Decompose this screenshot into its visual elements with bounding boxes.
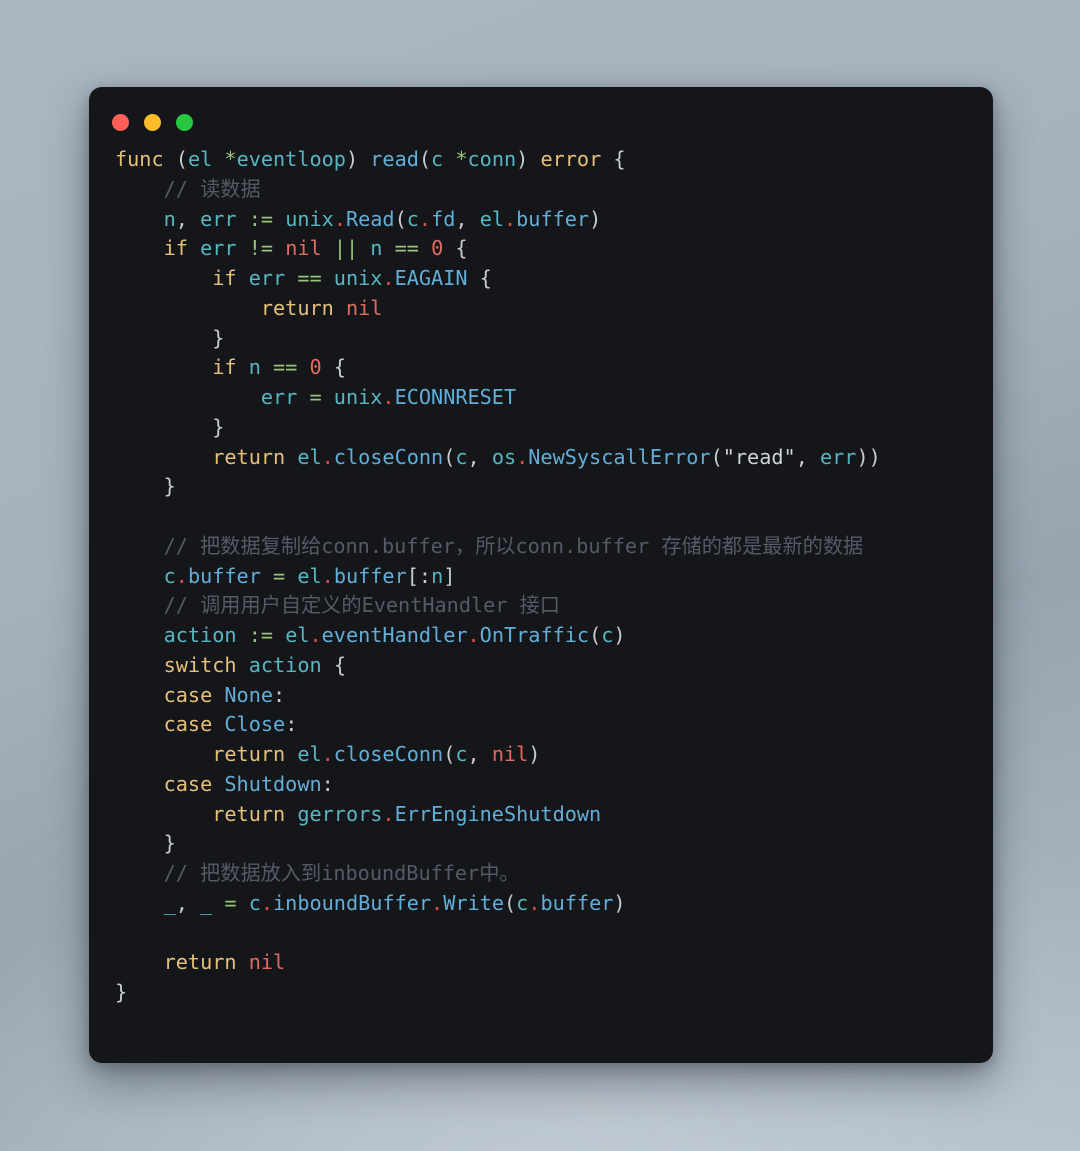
code-line: } [163, 831, 176, 856]
code-line: return gerrors.ErrEngineShutdown [212, 801, 602, 826]
code-block[interactable]: func (el *eventloop) read(c *conn) error… [89, 145, 993, 1008]
code-line: // 调用用户自定义的EventHandler 接口 [115, 591, 993, 621]
code-line: return nil [260, 295, 383, 320]
code-line: _, _ = c.inboundBuffer.Write(c.buffer) [163, 890, 626, 915]
code-line: switch action { [163, 652, 346, 677]
code-line: } [115, 980, 128, 1004]
code-comment: // 把数据复制给conn.buffer，所以conn.buffer 存储的都是… [163, 533, 864, 558]
code-line: // 把数据放入到inboundBuffer中。 [115, 859, 993, 889]
code-line: if err != nil || n == 0 { [163, 236, 468, 261]
code-line: action := el.eventHandler.OnTraffic(c) [163, 623, 626, 647]
code-line: case Close: [163, 712, 298, 737]
code-comment: // 把数据放入到inboundBuffer中。 [163, 861, 520, 885]
code-snippet-window: func (el *eventloop) read(c *conn) error… [89, 87, 993, 1063]
maximize-button[interactable] [176, 114, 193, 131]
code-line: func (el *eventloop) read(c *conn) error… [115, 147, 626, 171]
traffic-light-group [112, 114, 193, 131]
code-line: case Shutdown: [163, 771, 334, 796]
code-line: } [212, 414, 225, 439]
code-line: c.buffer = el.buffer[:n] [163, 563, 456, 588]
code-comment: // 调用用户自定义的EventHandler 接口 [163, 593, 560, 618]
close-button[interactable] [112, 114, 129, 131]
minimize-button[interactable] [144, 114, 161, 131]
code-line: // 把数据复制给conn.buffer，所以conn.buffer 存储的都是… [115, 532, 993, 562]
code-line: return nil [163, 950, 286, 975]
code-line: return el.closeConn(c, nil) [212, 742, 541, 766]
window-titlebar[interactable] [89, 87, 993, 145]
code-line: if err == unix.EAGAIN { [212, 266, 492, 290]
code-line: if n == 0 { [212, 355, 346, 380]
code-line: case None: [163, 682, 286, 707]
code-line: err = unix.ECONNRESET [260, 385, 517, 409]
code-line: } [163, 474, 176, 499]
code-comment: // 读数据 [163, 176, 261, 201]
code-line: // 读数据 [115, 175, 993, 205]
code-line: n, err := unix.Read(c.fd, el.buffer) [163, 206, 602, 231]
code-line: return el.closeConn(c, os.NewSyscallErro… [212, 444, 881, 469]
desktop-background: func (el *eventloop) read(c *conn) error… [0, 0, 1080, 1151]
code-line: } [212, 325, 225, 350]
